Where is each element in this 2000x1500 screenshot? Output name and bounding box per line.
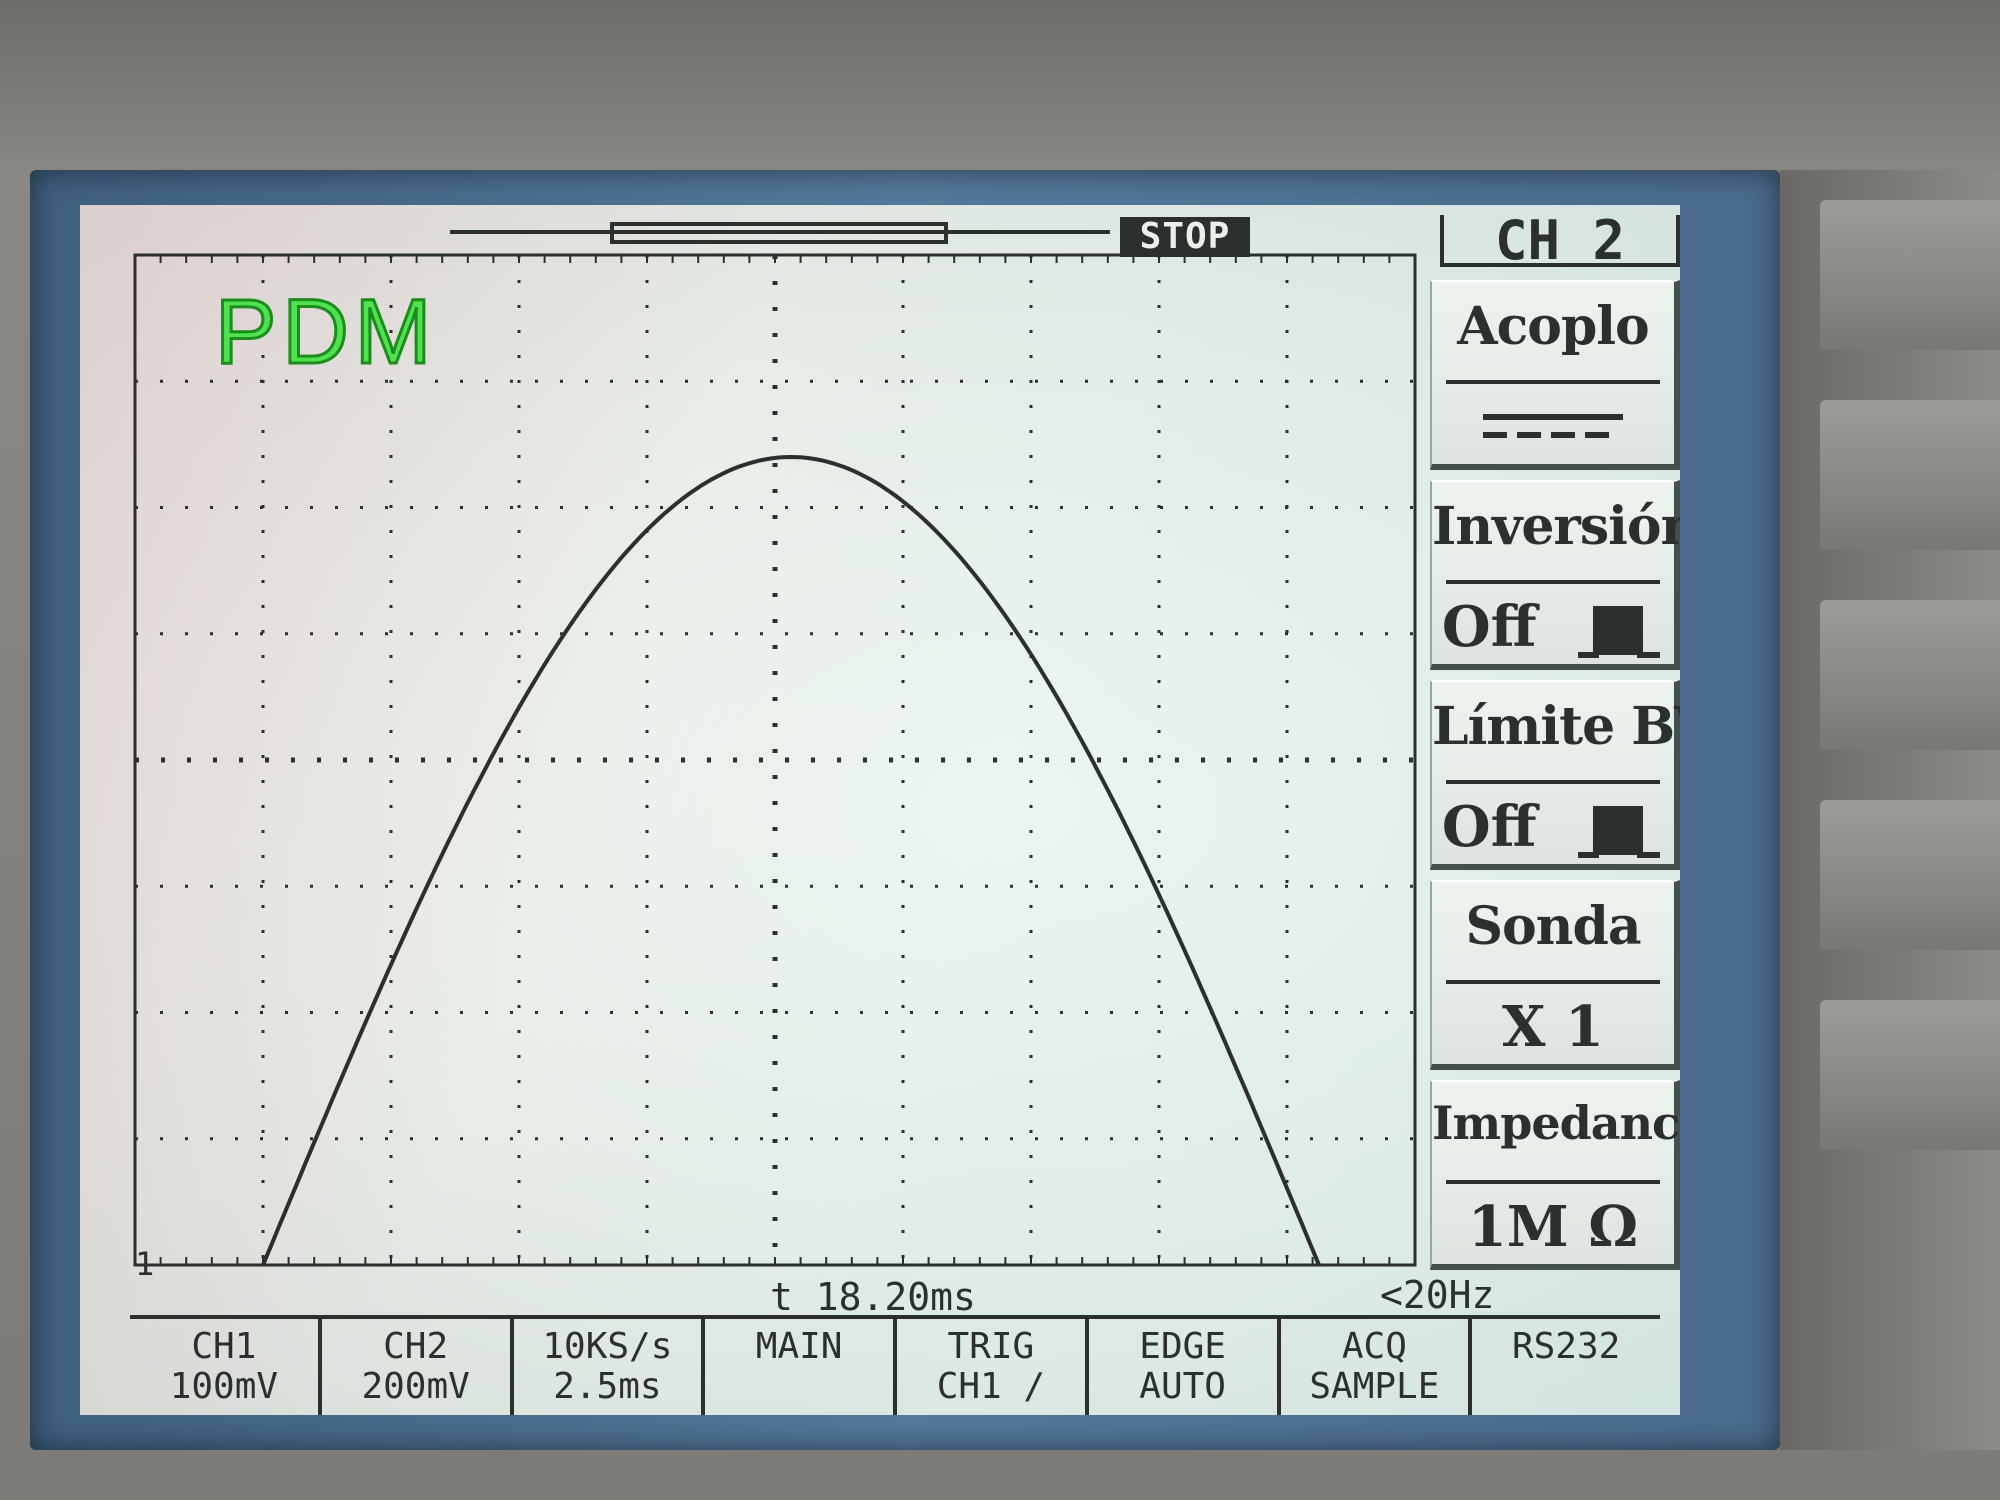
dc-coupling-icon <box>1483 414 1623 438</box>
status-timebase[interactable]: 10KS/s 2.5ms <box>509 1319 702 1415</box>
menu-key-3[interactable] <box>1820 600 2000 750</box>
side-menu-keys <box>1780 170 2000 1450</box>
menu-item-label: Límite BW <box>1432 696 1680 757</box>
status-trigger[interactable]: TRIG CH1 / <box>893 1319 1085 1415</box>
menu-item-impedancia[interactable]: Impedancia 1M Ω <box>1430 1080 1680 1270</box>
status-edge[interactable]: EDGE AUTO <box>1084 1319 1277 1415</box>
bottom-status-bar: CH1 100mV CH2 200mV 10KS/s 2.5ms MAIN TR… <box>130 1315 1660 1415</box>
menu-key-5[interactable] <box>1820 1000 2000 1150</box>
overlay-label: PDM <box>213 280 438 385</box>
waveform-trace <box>261 454 1321 1266</box>
status-main[interactable]: MAIN <box>701 1319 893 1415</box>
status-ch1[interactable]: CH1 100mV <box>130 1319 318 1415</box>
menu-item-value: X 1 <box>1502 994 1604 1060</box>
oscilloscope-screen: STOP PDM 1 t 18.20ms <20Hz CH 2 Acoplo I… <box>80 205 1680 1415</box>
menu-item-value: Off <box>1441 794 1537 860</box>
menu-key-1[interactable] <box>1820 200 2000 350</box>
menu-item-value: 1M Ω <box>1467 1194 1639 1260</box>
channel-ground-marker: 1 <box>135 1245 155 1283</box>
menu-item-value: Off <box>1441 594 1537 660</box>
menu-key-2[interactable] <box>1820 400 2000 550</box>
status-rs232[interactable]: RS232 <box>1468 1319 1660 1415</box>
pulse-icon <box>1578 606 1661 659</box>
menu-item-sonda[interactable]: Sonda X 1 <box>1430 880 1680 1070</box>
menu-item-label: Impedancia <box>1432 1096 1680 1150</box>
status-acquisition[interactable]: ACQ SAMPLE <box>1276 1319 1469 1415</box>
pulse-icon <box>1578 806 1661 859</box>
menu-title: CH 2 <box>1440 214 1680 268</box>
menu-item-limite-bw[interactable]: Límite BW Off <box>1430 680 1680 870</box>
menu-item-label: Acoplo <box>1457 296 1650 357</box>
menu-item-acoplo[interactable]: Acoplo <box>1430 280 1680 470</box>
menu-item-label: Sonda <box>1465 896 1641 957</box>
status-ch2[interactable]: CH2 200mV <box>317 1319 510 1415</box>
menu-item-label: Inversión <box>1432 496 1680 557</box>
trigger-time-readout: t 18.20ms <box>770 1275 976 1319</box>
menu-item-inversion[interactable]: Inversión Off <box>1430 480 1680 670</box>
menu-item-value <box>1432 394 1674 460</box>
menu-key-4[interactable] <box>1820 800 2000 950</box>
ch2-menu: CH 2 Acoplo Inversión Off Límite B Off S… <box>1420 205 1680 1295</box>
